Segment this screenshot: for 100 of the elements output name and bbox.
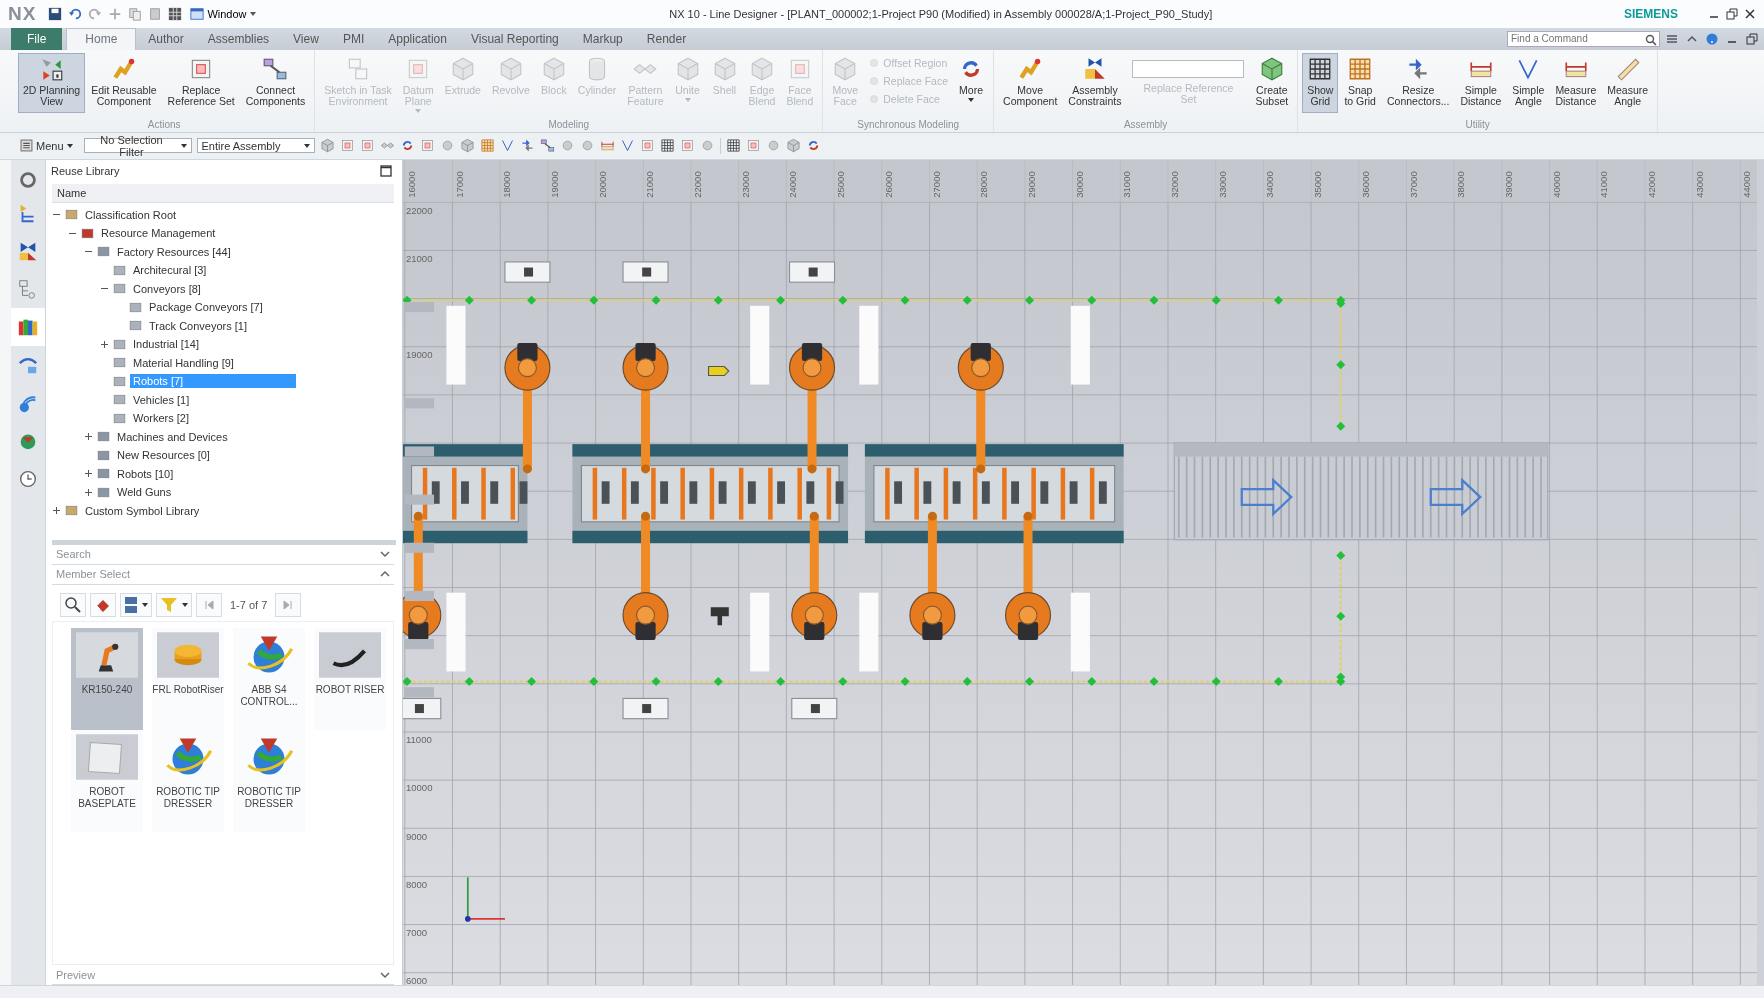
tree-item[interactable]: Weld Guns (114, 485, 175, 500)
ruler-label: 10000 (405, 782, 433, 794)
ruler-label: 23000 (739, 170, 751, 198)
command-button[interactable]: 2D Planning View (18, 52, 86, 113)
tree-item[interactable]: Resource Management (98, 226, 219, 241)
panel-title: Reuse Library (51, 164, 120, 177)
ruler-label: 37000 (1407, 170, 1419, 198)
ruler-label: 40000 (1550, 170, 1562, 198)
command-button[interactable]: Resize Connectors... (1381, 52, 1455, 113)
ruler-label: 18000 (501, 170, 513, 198)
tree-item[interactable]: Industrial [14] (130, 337, 203, 352)
tree-item[interactable]: Factory Resources [44] (114, 244, 234, 259)
ruler-label: 11000 (405, 733, 432, 745)
tree-item[interactable]: Architecural [3] (130, 263, 210, 278)
member-tile[interactable]: KR150-240 (71, 627, 143, 730)
command-button[interactable]: Measure Angle (1602, 52, 1654, 113)
ribbon-tab[interactable]: File (11, 27, 63, 50)
ruler-label: 31000 (1121, 170, 1133, 198)
ruler-label: 44000 (1741, 170, 1753, 198)
window-menu[interactable]: Window (188, 6, 258, 21)
ruler-label: 6000 (405, 974, 428, 985)
tree-item[interactable]: Custom Symbol Library (82, 503, 203, 518)
command-button[interactable]: Simple Distance (1455, 52, 1507, 113)
ribbon-tab[interactable]: View (281, 27, 331, 50)
ruler-label: 25000 (835, 170, 847, 198)
member-label: FRL RobotRiser (151, 683, 225, 696)
ruler-label: 24000 (787, 170, 799, 198)
ruler-label: 28000 (978, 170, 990, 198)
group-label: Actions (146, 118, 182, 132)
command-button[interactable]: More (953, 52, 990, 113)
ruler-label: 34000 (1264, 170, 1276, 198)
tree-item[interactable]: Workers [2] (130, 411, 193, 426)
ribbon-tab[interactable]: Assemblies (195, 27, 282, 50)
ruler-label: 7000 (405, 926, 428, 938)
window-title: NX 10 - Line Designer - [PLANT_000002;1-Project P90 (Modified) in Assembly 000028/A;1-Project_P90_Study] (668, 7, 1214, 20)
column-header: Name (52, 183, 394, 203)
command-button[interactable]: Move Component (998, 52, 1063, 113)
page-range: 1-7 of 7 (229, 598, 269, 611)
tree-item[interactable]: Conveyors [8] (130, 281, 204, 296)
ribbon-tab[interactable]: Render (634, 27, 699, 50)
ribbon-tab[interactable]: Markup (570, 27, 635, 50)
ruler-label: 26000 (882, 170, 894, 198)
tree-item[interactable]: New Resources [0] (114, 448, 213, 463)
ruler-label: 41000 (1598, 170, 1610, 198)
tree-item[interactable]: Machines and Devices (114, 429, 231, 444)
ruler-label: 33000 (1216, 170, 1228, 198)
app-logo: NX (8, 2, 37, 25)
ruler-label: 43000 (1693, 170, 1705, 198)
group-label: Assembly (1122, 118, 1169, 132)
ribbon-tab[interactable]: Application (376, 27, 459, 50)
command-button[interactable]: Measure Distance (1550, 52, 1602, 113)
menu-button[interactable]: Menu (20, 139, 79, 153)
tree-item[interactable]: Classification Root (82, 207, 180, 222)
tree-item[interactable]: Vehicles [1] (130, 392, 193, 407)
command-button[interactable]: Assembly Constraints (1063, 52, 1127, 113)
command-button[interactable]: Create Subset (1250, 52, 1294, 113)
group-label: Synchronous Modeling (856, 118, 961, 132)
member-tile[interactable]: ROBOT RISER (314, 627, 386, 730)
member-label: ROBOTIC TIP DRESSER (155, 785, 221, 810)
command-search-field[interactable]: Find a Command (1507, 30, 1660, 47)
member-label: ROBOT BASEPLATE (77, 785, 137, 810)
ruler-label: 29000 (1026, 170, 1037, 198)
command-button[interactable]: Replace Reference Set (162, 52, 240, 113)
tree-item[interactable]: Material Handling [9] (130, 355, 237, 370)
group-label: Utility (1464, 118, 1491, 132)
member-tile[interactable]: ROBOT BASEPLATE (71, 729, 143, 832)
ribbon-tab[interactable]: Visual Reporting (458, 27, 571, 50)
ruler-label: 39000 (1503, 170, 1514, 198)
command-button[interactable]: Connect Components (240, 52, 311, 113)
tree-item[interactable]: Robots [10] (114, 466, 177, 481)
tree-item[interactable]: Package Conveyors [7] (146, 300, 266, 315)
ruler-label: 22000 (692, 170, 704, 198)
tree-item[interactable]: Track Conveyors [1] (146, 318, 250, 333)
ribbon-tab[interactable]: PMI (330, 27, 377, 50)
ruler-label: 38000 (1455, 170, 1467, 198)
member-tile[interactable]: ABB S4 CONTROL... (233, 627, 305, 730)
ruler-label: 20000 (596, 170, 608, 198)
command-button[interactable]: Snap to Grid (1339, 52, 1381, 113)
ruler-label: 19000 (405, 348, 433, 360)
ruler-label: 42000 (1646, 170, 1658, 198)
ribbon-tab[interactable]: Home (66, 27, 137, 50)
ruler-label: 19000 (549, 170, 560, 198)
member-tile[interactable]: FRL RobotRiser (152, 627, 224, 730)
ribbon-tab[interactable]: Author (136, 27, 196, 50)
assembly-scope-dropdown[interactable]: Entire Assembly (196, 138, 315, 154)
member-label: KR150-240 (80, 683, 134, 696)
command-button[interactable]: Edit Reusable Component (86, 52, 162, 113)
ruler-label: 21000 (405, 252, 433, 264)
ruler-label: 30000 (1073, 170, 1085, 198)
ruler-label: 16000 (405, 170, 417, 198)
member-label: ABB S4 CONTROL... (239, 683, 299, 708)
ruler-label: 36000 (1359, 170, 1371, 198)
group-label: Modeling (547, 118, 591, 132)
brand-logo: SIEMENS (1624, 6, 1678, 21)
selection-filter-dropdown[interactable]: No Selection Filter (83, 138, 192, 154)
command-button[interactable]: Show Grid (1302, 52, 1339, 113)
member-tile[interactable]: ROBOTIC TIP DRESSER (152, 729, 224, 832)
member-tile[interactable]: ROBOTIC TIP DRESSER (233, 729, 305, 832)
member-label: ROBOTIC TIP DRESSER (236, 785, 302, 810)
command-button[interactable]: Simple Angle (1507, 52, 1550, 113)
